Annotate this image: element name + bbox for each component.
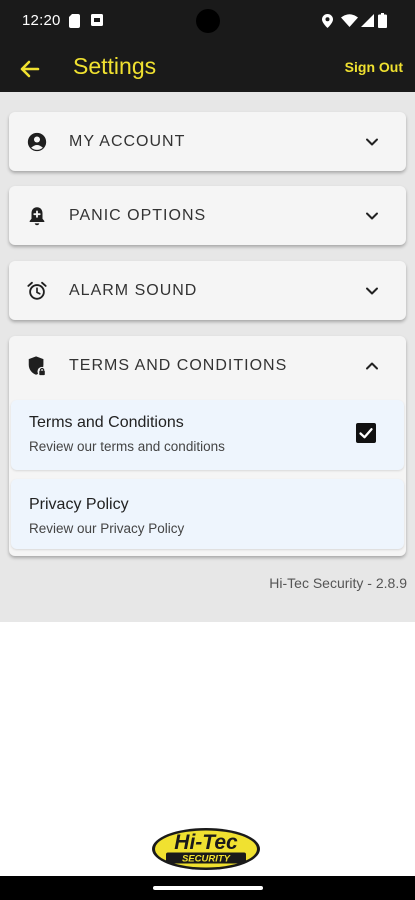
chevron-down-icon xyxy=(366,138,378,146)
logo-text-main: Hi-Tec xyxy=(174,831,238,854)
signal-icon xyxy=(361,14,374,27)
section-label: PANIC OPTIONS xyxy=(69,207,207,224)
chevron-up-icon xyxy=(366,362,378,370)
account-circle-icon xyxy=(27,132,47,152)
section-header[interactable]: PANIC OPTIONS xyxy=(9,186,406,246)
alarm-clock-icon xyxy=(27,281,47,300)
section-label: ALARM SOUND xyxy=(69,282,198,299)
status-time: 12:20 xyxy=(22,12,61,29)
item-description: Review our terms and conditions xyxy=(29,439,225,454)
section-label: MY ACCOUNT xyxy=(69,133,186,150)
chevron-down-icon xyxy=(366,212,378,220)
section-header[interactable]: ALARM SOUND xyxy=(9,261,406,321)
chevron-down-icon xyxy=(366,287,378,295)
page-title: Settings xyxy=(73,53,157,79)
terms-and-conditions-item[interactable]: Terms and Conditions Review our terms an… xyxy=(11,400,404,470)
app-version: Hi-Tec Security - 2.8.9 xyxy=(269,575,407,591)
item-description: Review our Privacy Policy xyxy=(29,521,185,536)
status-bar: 12:20 xyxy=(0,0,415,44)
checkbox-checked-icon[interactable] xyxy=(356,423,376,443)
section-panic-options[interactable]: PANIC OPTIONS xyxy=(9,186,406,245)
location-icon xyxy=(322,14,333,28)
privacy-policy-item[interactable]: Privacy Policy Review our Privacy Policy xyxy=(11,479,404,549)
sim-card-icon xyxy=(69,14,80,28)
item-title: Privacy Policy xyxy=(29,496,129,513)
item-title: Terms and Conditions xyxy=(29,414,184,431)
settings-content: MY ACCOUNT PANIC OPTIONS ALARM SOUND TER… xyxy=(0,92,415,622)
app-bar: Settings Sign Out xyxy=(0,44,415,92)
panic-alarm-icon xyxy=(29,207,45,226)
shield-lock-icon xyxy=(28,356,47,377)
home-handle[interactable] xyxy=(153,886,263,890)
section-my-account[interactable]: MY ACCOUNT xyxy=(9,112,406,171)
front-camera xyxy=(196,9,220,33)
logo-text-sub: SECURITY xyxy=(182,854,232,865)
wifi-icon xyxy=(341,14,358,27)
section-terms-and-conditions[interactable]: TERMS AND CONDITIONS Terms and Condition… xyxy=(9,336,406,556)
section-header[interactable]: TERMS AND CONDITIONS xyxy=(9,336,406,396)
section-label: TERMS AND CONDITIONS xyxy=(69,357,288,374)
hi-tec-security-logo: Hi-Tec SECURITY xyxy=(152,828,260,870)
notification-icon xyxy=(91,14,103,26)
section-alarm-sound[interactable]: ALARM SOUND xyxy=(9,261,406,320)
section-header[interactable]: MY ACCOUNT xyxy=(9,112,406,172)
arrow-left-icon[interactable] xyxy=(14,54,44,84)
battery-icon xyxy=(378,13,387,28)
gesture-nav-bar xyxy=(0,876,415,900)
sign-out-button[interactable]: Sign Out xyxy=(345,59,403,75)
